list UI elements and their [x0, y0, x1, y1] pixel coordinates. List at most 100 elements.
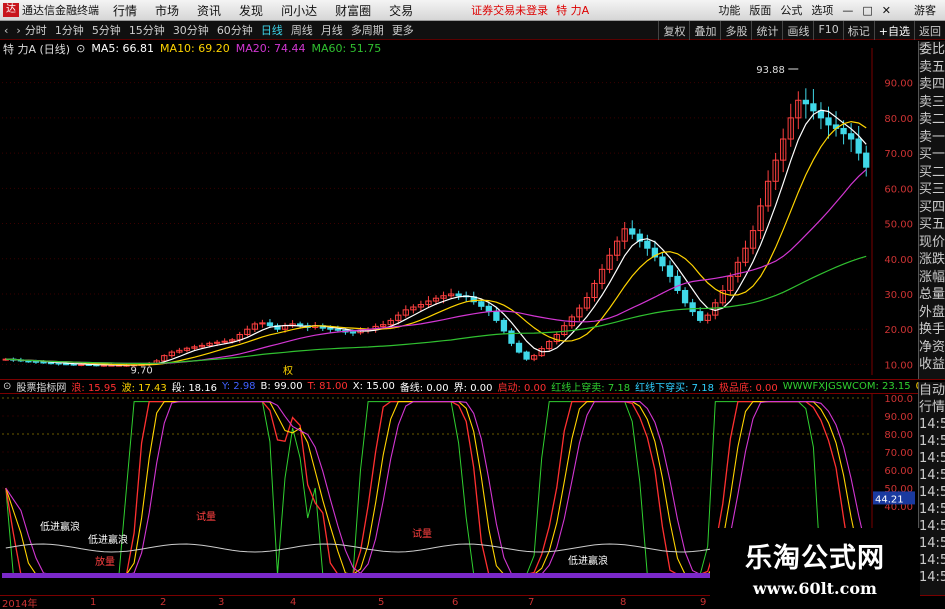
price-side-tab-0[interactable]: 委比	[919, 41, 945, 59]
lower-side-tab-5[interactable]: 14:50	[919, 467, 945, 484]
candle	[817, 110, 825, 119]
candle	[802, 99, 809, 105]
candle	[840, 127, 847, 135]
price-side-tab-1[interactable]: 卖五	[919, 59, 945, 77]
low-price-label: 9.70	[131, 365, 153, 376]
candle	[825, 117, 832, 126]
price-panel-header: 特 力A (日线) ⊙ MA5: 66.81 MA10: 69.20 MA20:…	[0, 41, 945, 56]
candle	[349, 331, 357, 334]
indicator-value-9: 启动: 0.00	[497, 383, 547, 394]
candle	[25, 360, 32, 363]
price-side-tabs: 委比 卖五 卖四 卖三 卖二 卖一 买一 买二 买三 买四 买五 现价 涨跌 涨幅 总量 外盘 换手 净资 收益	[918, 41, 945, 379]
x-axis-label: 8	[620, 597, 627, 608]
price-side-tab-9[interactable]: 买四	[919, 199, 945, 217]
price-side-tab-8[interactable]: 买三	[919, 181, 945, 199]
lower-side-tab-11[interactable]: 14:51	[919, 569, 945, 586]
high-price-label: 93.88	[756, 65, 785, 76]
indicator-value-5: T: 81.00	[307, 381, 348, 392]
indicator-signal-label: 试量	[412, 527, 432, 540]
watermark-url: www.60lt.com	[753, 579, 877, 598]
price-y-tick: 30.00	[884, 290, 913, 301]
x-axis-label: 9	[700, 597, 707, 608]
price-y-tick: 40.00	[884, 255, 913, 266]
candle	[40, 361, 47, 364]
lower-side-tab-6[interactable]: 14:50	[919, 484, 945, 501]
lower-side-tab-4[interactable]: 14:50	[919, 450, 945, 467]
indicator-name: 股票指标网	[16, 383, 67, 394]
price-y-tick: 10.00	[884, 360, 913, 371]
candle	[697, 311, 704, 321]
candle	[508, 330, 515, 344]
indicator-value-2: 段: 18.16	[171, 383, 217, 394]
lower-side-tab-9[interactable]: 14:50	[919, 535, 945, 552]
lower-side-tab-0[interactable]: 自动	[919, 382, 945, 399]
candle	[689, 302, 696, 313]
price-side-tab-4[interactable]: 卖二	[919, 111, 945, 129]
indicator-y-tick: 90.00	[884, 412, 913, 423]
price-y-tick: 20.00	[884, 325, 913, 336]
price-side-tab-3[interactable]: 卖三	[919, 94, 945, 112]
lower-side-tab-7[interactable]: 14:50	[919, 501, 945, 518]
watermark-title: 乐淘公式网	[745, 543, 885, 574]
x-axis-label: 6	[452, 597, 459, 608]
price-side-tab-17[interactable]: 净资	[919, 339, 945, 357]
indicator-value-12: 极品底: 0.00	[718, 383, 778, 394]
indicator-value-6: X: 15.00	[352, 381, 395, 392]
price-side-tab-14[interactable]: 总量	[919, 286, 945, 304]
settings-icon[interactable]: ⊙	[76, 42, 85, 55]
current-value-label: 44.21	[875, 494, 904, 505]
ma20-value: MA20: 74.44	[235, 42, 306, 55]
indicator-signal-label: 低进赢浪	[88, 533, 128, 546]
x-axis-label: 1	[90, 597, 97, 608]
price-side-tab-13[interactable]: 涨幅	[919, 269, 945, 287]
candle	[266, 322, 274, 327]
price-y-tick: 90.00	[884, 79, 913, 90]
candle	[666, 265, 674, 277]
candle	[515, 342, 523, 353]
ma-line-ma60	[5, 255, 867, 364]
ma60-value: MA60: 51.75	[311, 42, 382, 55]
settings-icon[interactable]: ⊙	[3, 381, 11, 392]
indicator-signal-label: 放量	[95, 555, 115, 568]
candle	[493, 311, 500, 321]
ma5-value: MA5: 66.81	[91, 42, 155, 55]
lower-side-tab-8[interactable]: 14:50	[919, 518, 945, 535]
indicator-y-tick: 70.00	[884, 448, 913, 459]
price-side-tab-2[interactable]: 卖四	[919, 76, 945, 94]
price-side-tab-16[interactable]: 换手	[919, 321, 945, 339]
candle	[455, 293, 462, 297]
price-y-tick: 70.00	[884, 149, 913, 160]
candle	[500, 319, 508, 332]
indicator-value-4: B: 99.00	[260, 381, 303, 392]
stock-chart[interactable]: 90.00 80.00 70.00 60.00 50.00 40.00 30.00 20.00…	[0, 0, 945, 609]
candle	[629, 228, 636, 235]
price-side-tab-10[interactable]: 买五	[919, 216, 945, 234]
x-axis-label: 3	[218, 597, 225, 608]
candle	[855, 138, 862, 154]
price-side-tab-11[interactable]: 现价	[919, 234, 945, 252]
price-side-tab-7[interactable]: 买二	[919, 164, 945, 182]
candle	[47, 362, 55, 365]
price-side-tab-5[interactable]: 卖一	[919, 129, 945, 147]
lower-side-tab-2[interactable]: 14:50	[919, 416, 945, 433]
candle	[674, 275, 681, 291]
price-y-tick: 50.00	[884, 220, 913, 231]
indicator-panel-header: ⊙ 股票指标网 浪: 15.95 波: 17.43 段: 18.16 Y: 2.98 B…	[0, 379, 945, 394]
indicator-signal-label: 试量	[196, 510, 216, 523]
price-side-tab-18[interactable]: 收益	[919, 356, 945, 374]
lower-side-tabs: 自动行情14:5014:5014:5014:5014:5014:5014:501…	[918, 382, 945, 597]
lower-side-tab-3[interactable]: 14:50	[919, 433, 945, 450]
candle	[485, 305, 492, 313]
ex-rights-marker: 权	[283, 364, 293, 377]
price-panel-title: 特 力A (日线)	[3, 42, 71, 56]
candle	[478, 301, 485, 307]
x-axis-label: 4	[290, 597, 297, 608]
price-side-tab-12[interactable]: 涨跌	[919, 251, 945, 269]
candle	[659, 256, 666, 267]
candle	[644, 240, 651, 249]
ma10-value: MA10: 69.20	[160, 42, 230, 55]
price-side-tab-15[interactable]: 外盘	[919, 304, 945, 322]
price-side-tab-6[interactable]: 买一	[919, 146, 945, 164]
lower-side-tab-1[interactable]: 行情	[919, 399, 945, 416]
lower-side-tab-10[interactable]: 14:50	[919, 552, 945, 569]
